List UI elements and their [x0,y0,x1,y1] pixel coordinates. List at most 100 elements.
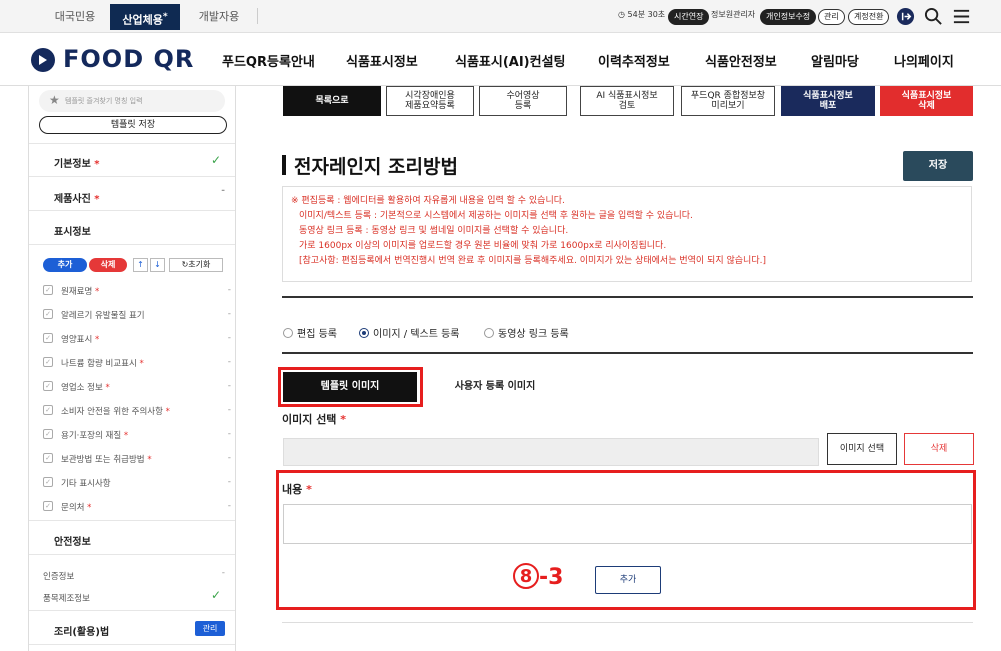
label-info-label: 표시정보 [54,227,91,238]
btn-line: 삭제 [918,101,935,111]
checkbox[interactable]: ✓ [43,309,53,319]
deploy-button[interactable]: 식품표시정보 배포 [781,86,875,116]
nav-register-guide[interactable]: 푸드QR등록안내 [222,51,315,70]
radio-label: 동영상 링크 등록 [498,329,569,340]
radio-dot[interactable] [283,328,293,338]
ai-review-button[interactable]: AI 식품표시정보 검토 [580,86,674,116]
btn-line: 검토 [618,101,636,111]
checkbox[interactable]: ✓ [43,429,53,439]
step-annotation: 8 -3 [513,563,563,591]
menu-icon[interactable] [952,7,971,26]
sign-video-button[interactable]: 수어영상 등록 [479,86,567,116]
content-label: 내용 * [282,483,312,496]
image-select-button[interactable]: 이미지 선택 [827,433,897,465]
item-label: 영업소 정보 [61,383,103,393]
btn-line: 식품표시정보 [803,91,853,101]
status-dash: - [221,186,225,196]
logout-icon[interactable] [896,7,915,26]
radio-image-text-register[interactable]: 이미지 / 텍스트 등록 [359,325,460,340]
checkbox[interactable]: ✓ [43,405,53,415]
tab-industry[interactable]: 산업체용* [110,4,180,30]
switch-account-button[interactable]: 계정전환 [848,9,890,25]
checkbox[interactable]: ✓ [43,333,53,343]
preview-button[interactable]: 푸드QR 종합정보창 미리보기 [681,86,775,116]
checkmark-icon: ✓ [210,588,221,602]
reset-label: 초기화 [188,260,211,269]
product-report-item[interactable]: 품목제조정보 [43,592,90,604]
divider [29,176,235,177]
item-label: 알레르기 유발물질 표기 [61,311,145,321]
move-up-button[interactable]: ↑ [133,258,148,272]
tab-public[interactable]: 대국민용 [40,4,110,30]
image-delete-button[interactable]: 삭제 [904,433,974,465]
btn-line: 등록 [514,101,532,111]
manage-button[interactable]: 관리 [818,9,845,25]
nav-mypage[interactable]: 나의페이지 [894,51,954,70]
btn-line: 식품표시정보 [901,91,952,101]
item-label: 기타 표시사항 [61,479,111,489]
move-down-button[interactable]: ↓ [150,258,165,272]
step-number: 8 [513,563,539,589]
radio-video-link-register[interactable]: 동영상 링크 등록 [484,325,569,340]
tab-developer[interactable]: 개발자용 [184,4,254,30]
btn-line: 푸드QR 종합정보창 [690,91,766,101]
edit-profile-button[interactable]: 개인정보수정 [760,9,817,25]
notice-box: ※ 편집등록 : 웹에디터를 활용하여 자유롭게 내용을 입력 할 수 있습니다… [282,186,972,282]
image-select-label: 이미지 선택 * [282,413,347,426]
delete-label-button[interactable]: 식품표시정보 삭제 [880,86,973,116]
delete-button[interactable]: 삭제 [89,258,127,272]
certification-item[interactable]: 인증정보 [43,570,74,582]
notice-line: 가로 1600px 이상의 이미지를 업로드할 경우 원본 비율에 맞춰 가로 … [299,241,667,251]
site-logo[interactable]: FOOD QR [63,45,194,73]
add-button[interactable]: 추가 [43,258,87,272]
item-label: 문의처 [61,503,85,513]
extend-session-button[interactable]: 시간연장 [668,9,710,25]
radio-label: 이미지 / 텍스트 등록 [373,329,460,340]
admin-user: 정보원관리자 [711,10,756,19]
notice-line: [참고사항: 편집등록에서 번역진행시 번역 완료 후 이미지를 등록해주세요.… [299,256,766,266]
item-label: 보관방법 또는 취급방법 [61,455,145,465]
status-dash: - [221,568,225,578]
checkbox[interactable]: ✓ [43,453,53,463]
accessible-summary-button[interactable]: 시각장애인용 제품요약등록 [386,86,474,116]
radio-dot[interactable] [359,328,369,338]
btn-line: 배포 [819,101,837,111]
checkbox[interactable]: ✓ [43,477,53,487]
checkbox[interactable]: ✓ [43,501,53,511]
btn-line: 시각장애인용 [405,91,455,101]
image-select-text: 이미지 선택 [282,413,337,426]
template-save-button[interactable]: 템플릿 저장 [39,116,227,134]
divider [29,644,235,645]
favorite-placeholder: 템플릿 즐겨찾기 명칭 입력 [65,97,143,105]
tab-user-image[interactable]: 사용자 등록 이미지 [420,372,570,402]
btn-line: 미리보기 [711,101,745,111]
utility-bar: 대국민용 산업체용* 개발자용 ◷ 54분 30초 시간연장 정보원관리자 개인… [0,0,1001,33]
nav-notice[interactable]: 알림마당 [811,51,859,70]
favorite-template-input[interactable]: ★ 템플릿 즐겨찾기 명칭 입력 [39,90,225,112]
back-to-list-button[interactable]: 목록으로 [283,86,381,116]
nav-food-safety[interactable]: 식품안전정보 [705,51,777,70]
active-mark: * [162,11,168,22]
checkbox[interactable]: ✓ [43,357,53,367]
divider [282,352,973,354]
save-button[interactable]: 저장 [903,151,973,181]
main-nav: FOOD QR 푸드QR등록안내 식품표시정보 식품표시(AI)컨설팅 이력추적… [0,34,1001,86]
nav-ai-consulting[interactable]: 식품표시(AI)컨설팅 [455,51,566,70]
search-icon[interactable] [924,7,943,26]
btn-line: 제품요약등록 [405,101,455,111]
notice-line: 동영상 링크 등록 : 동영상 링크 및 썸네일 이미지를 선택할 수 있습니다… [299,226,569,236]
nav-label-info[interactable]: 식품표시정보 [346,51,418,70]
sidebar: ★ 템플릿 즐겨찾기 명칭 입력 템플릿 저장 기본정보 * ✓ 제품사진 * … [28,86,236,651]
image-path-field[interactable] [283,438,819,466]
reset-button[interactable]: ↻초기화 [169,258,223,272]
content-add-button[interactable]: 추가 [595,566,661,594]
title-accent [282,155,286,175]
divider [282,622,973,623]
radio-edit-register[interactable]: 편집 등록 [283,325,337,340]
radio-dot[interactable] [484,328,494,338]
content-textarea[interactable] [283,504,972,544]
checkbox[interactable]: ✓ [43,285,53,295]
nav-traceability[interactable]: 이력추적정보 [598,51,670,70]
cooking-manage-button[interactable]: 관리 [195,621,225,636]
checkbox[interactable]: ✓ [43,381,53,391]
